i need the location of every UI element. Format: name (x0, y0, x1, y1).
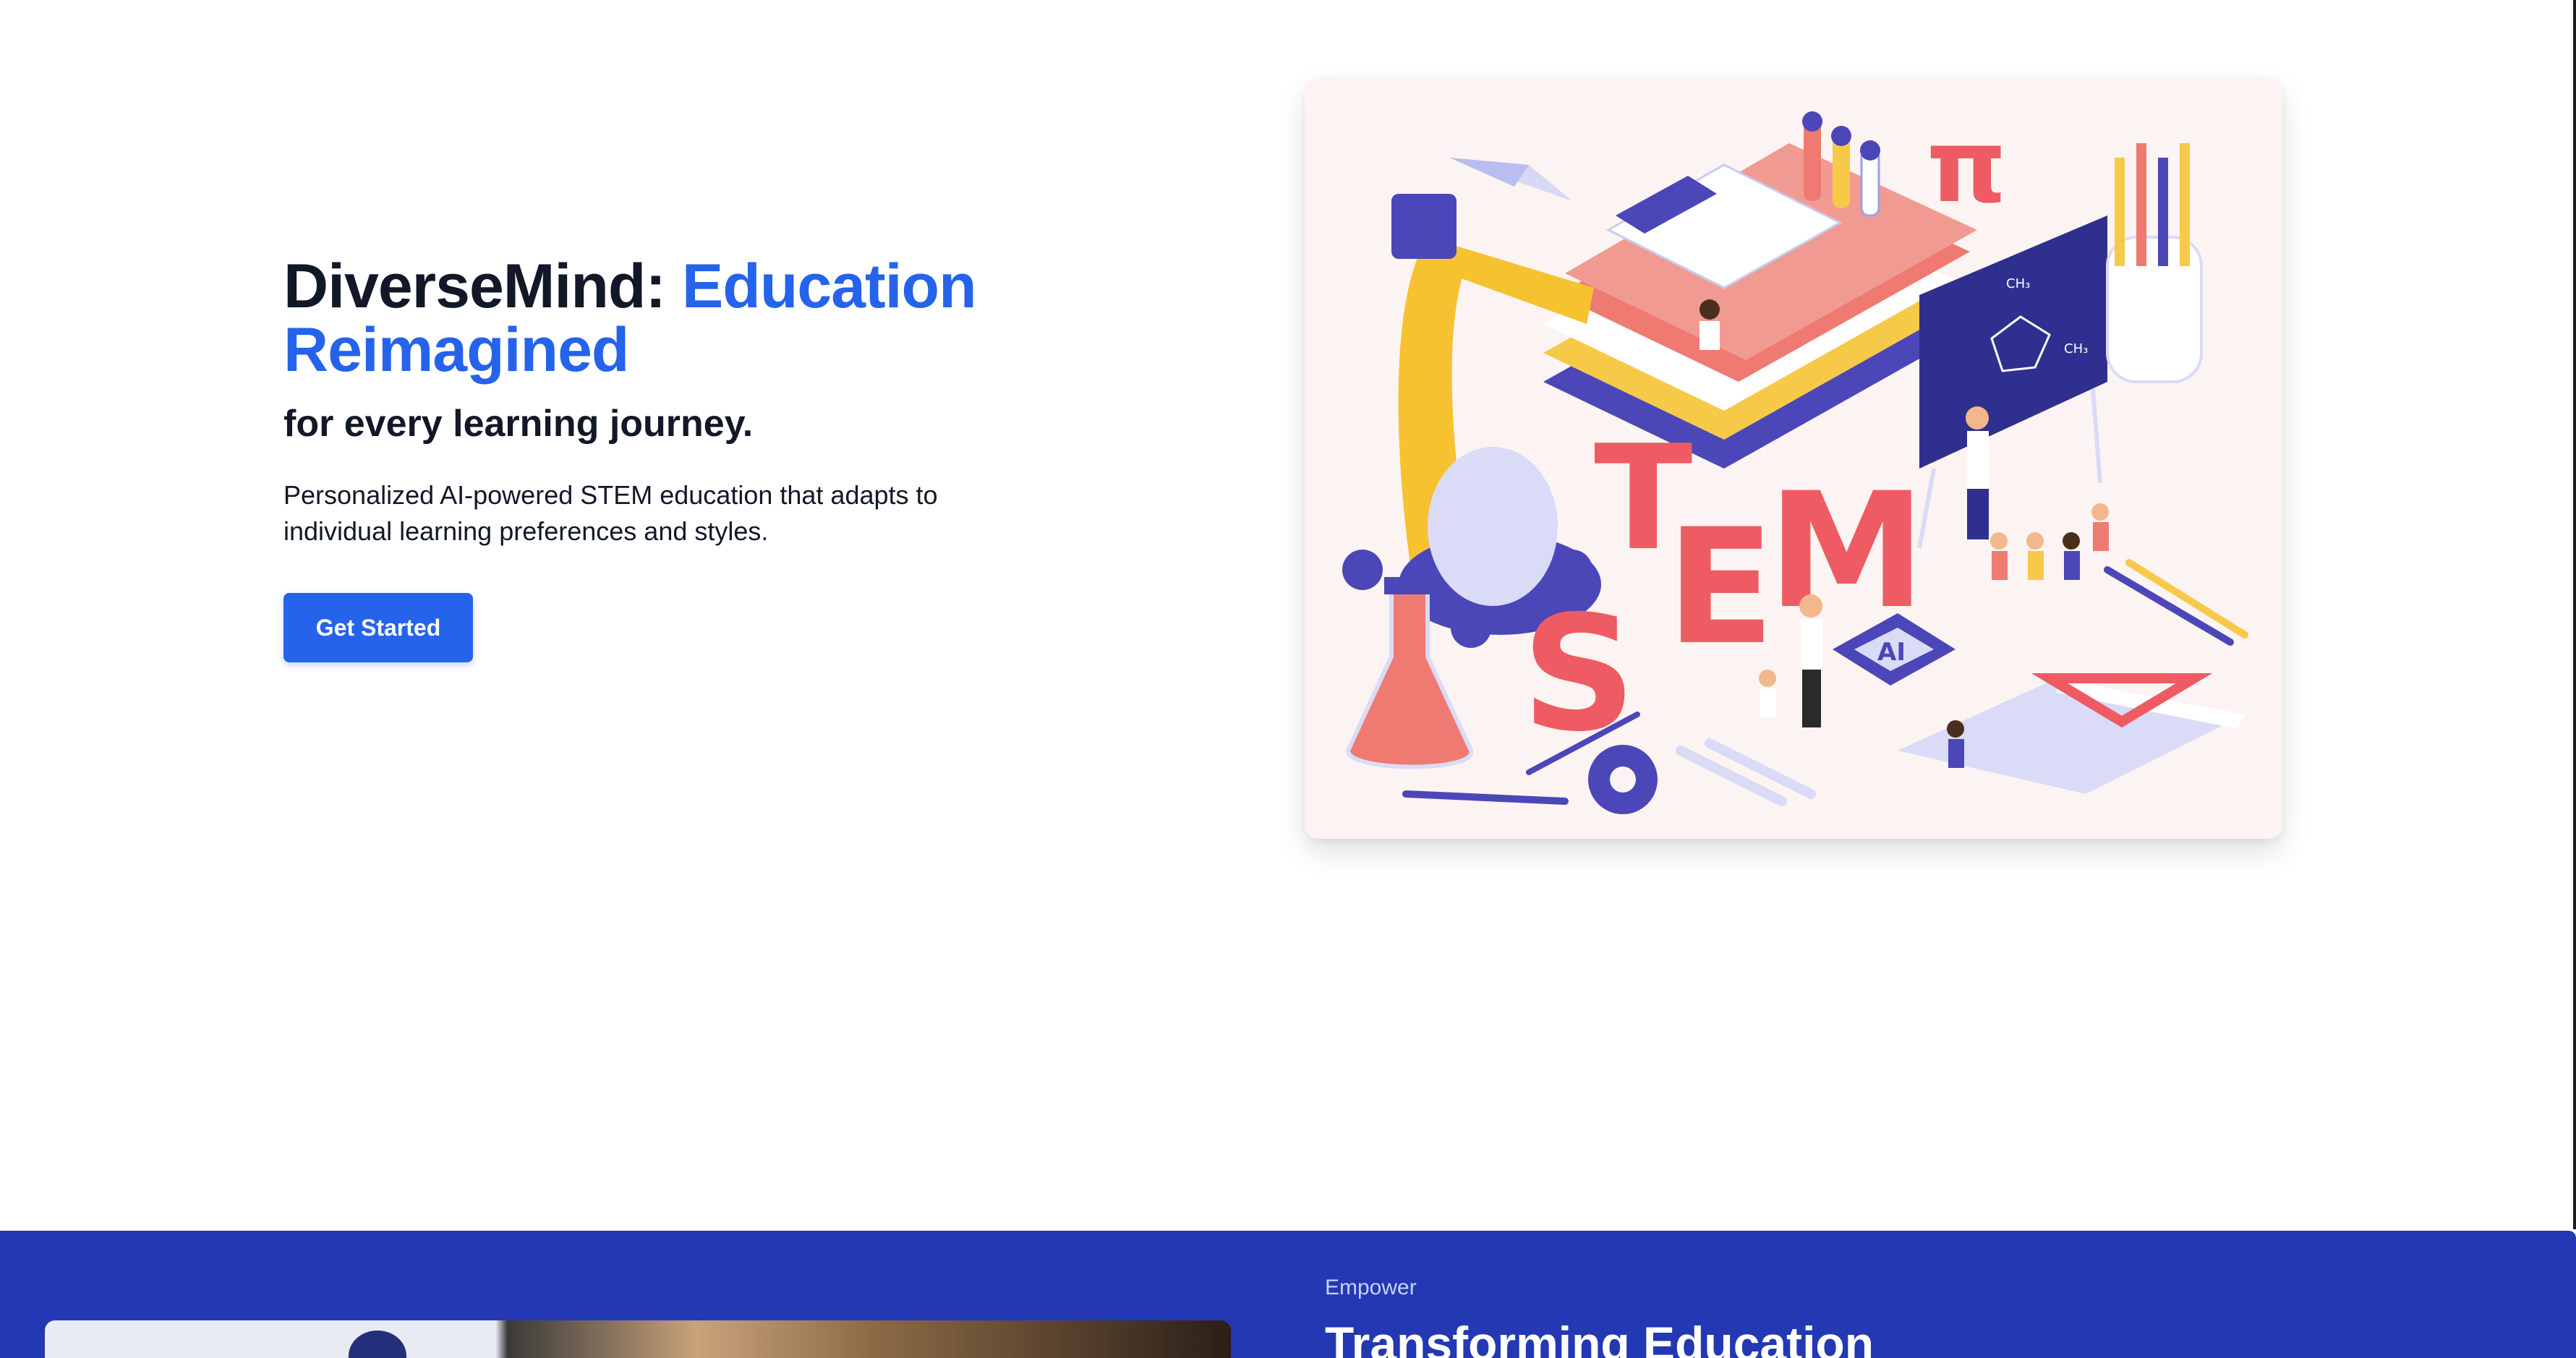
stem-letter-e: E (1666, 495, 1775, 680)
get-started-button[interactable]: Get Started (283, 593, 473, 662)
formula-label: CH₃ (2006, 276, 2030, 291)
formula-label: CH₃ (2064, 341, 2088, 356)
stem-illustration-graphic: π S T E M AI CH₃ CH₃ (1342, 108, 2248, 814)
hero-title-main: DiverseMind: (283, 252, 682, 321)
hero-section: DiverseMind: Education Reimagined for ev… (283, 255, 1007, 662)
feature-title: Transforming Education (1325, 1317, 1875, 1358)
stem-letter-m: M (1767, 458, 1926, 644)
feature-eyebrow: Empower (1325, 1276, 1417, 1299)
stem-illustration: π S T E M AI CH₃ CH₃ (1305, 78, 2282, 839)
pi-symbol: π (1927, 108, 2007, 226)
stem-letter-s: S (1522, 581, 1636, 766)
landing-page: DiverseMind: Education Reimagined for ev… (0, 0, 2576, 1358)
feature-photo (45, 1320, 1231, 1358)
photo-detail (349, 1331, 406, 1358)
hero-title: DiverseMind: Education Reimagined (283, 255, 1007, 382)
hero-subtitle: for every learning journey. (283, 403, 754, 445)
feature-section: Empower Transforming Education (0, 1231, 2576, 1358)
ai-chip-label: AI (1877, 638, 1906, 667)
hero-description: Personalized AI-powered STEM education t… (283, 480, 938, 546)
window-edge (2573, 0, 2576, 1229)
